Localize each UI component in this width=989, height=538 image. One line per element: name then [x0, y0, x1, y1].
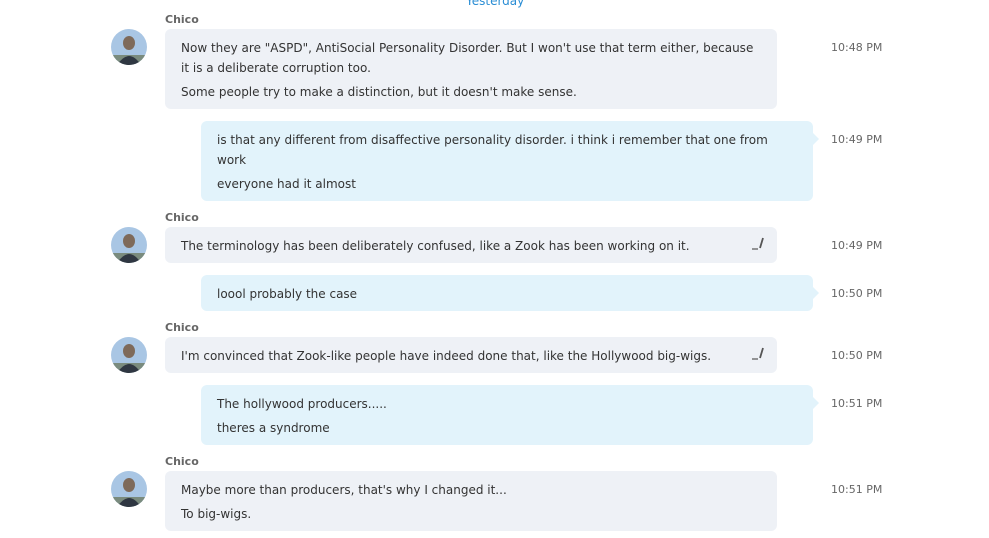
message-text: Some people try to make a distinction, b… — [181, 85, 577, 99]
message-bubble[interactable]: is that any different from disaffective … — [201, 121, 819, 201]
message-bubble[interactable]: The terminology has been deliberately co… — [165, 227, 777, 263]
message-text: The hollywood producers..... — [217, 397, 387, 411]
message-text: loool probably the case — [217, 287, 358, 301]
message-text: The terminology has been deliberately co… — [181, 239, 690, 253]
message-bubble[interactable]: I'm convinced that Zook-like people have… — [165, 337, 777, 373]
message-timestamp: 10:48 PM — [831, 41, 883, 54]
message-timestamp: 10:50 PM — [831, 349, 883, 362]
message-text: To big-wigs. — [181, 507, 252, 521]
edit-pencil-icon[interactable] — [751, 236, 765, 250]
message-text: it is a deliberate corruption too. — [181, 61, 371, 75]
edit-pencil-icon[interactable] — [751, 346, 765, 360]
message-text: work — [217, 153, 247, 167]
message-text: Now they are "ASPD", AntiSocial Personal… — [181, 41, 754, 55]
message-bubble[interactable]: loool probably the case — [201, 275, 819, 311]
message-timestamp: 10:49 PM — [831, 133, 883, 146]
message-bubble[interactable]: Now they are "ASPD", AntiSocial Personal… — [165, 29, 777, 109]
avatar[interactable] — [111, 471, 147, 507]
message-text: is that any different from disaffective … — [217, 133, 768, 147]
avatar[interactable] — [111, 337, 147, 373]
message-text: everyone had it almost — [217, 177, 356, 191]
message-bubble[interactable]: The hollywood producers..... theres a sy… — [201, 385, 819, 445]
message-timestamp: 10:51 PM — [831, 397, 883, 410]
sender-name: Chico — [165, 211, 199, 224]
message-bubble[interactable]: Maybe more than producers, that's why I … — [165, 471, 777, 531]
message-text: theres a syndrome — [217, 421, 330, 435]
message-text: I'm convinced that Zook-like people have… — [181, 349, 712, 363]
message-timestamp: 10:50 PM — [831, 287, 883, 300]
sender-name: Chico — [165, 455, 199, 468]
day-separator: Yesterday — [466, 0, 525, 8]
message-timestamp: 10:49 PM — [831, 239, 883, 252]
avatar[interactable] — [111, 29, 147, 65]
message-text: Maybe more than producers, that's why I … — [181, 483, 507, 497]
sender-name: Chico — [165, 321, 199, 334]
avatar[interactable] — [111, 227, 147, 263]
message-timestamp: 10:51 PM — [831, 483, 883, 496]
sender-name: Chico — [165, 13, 199, 26]
